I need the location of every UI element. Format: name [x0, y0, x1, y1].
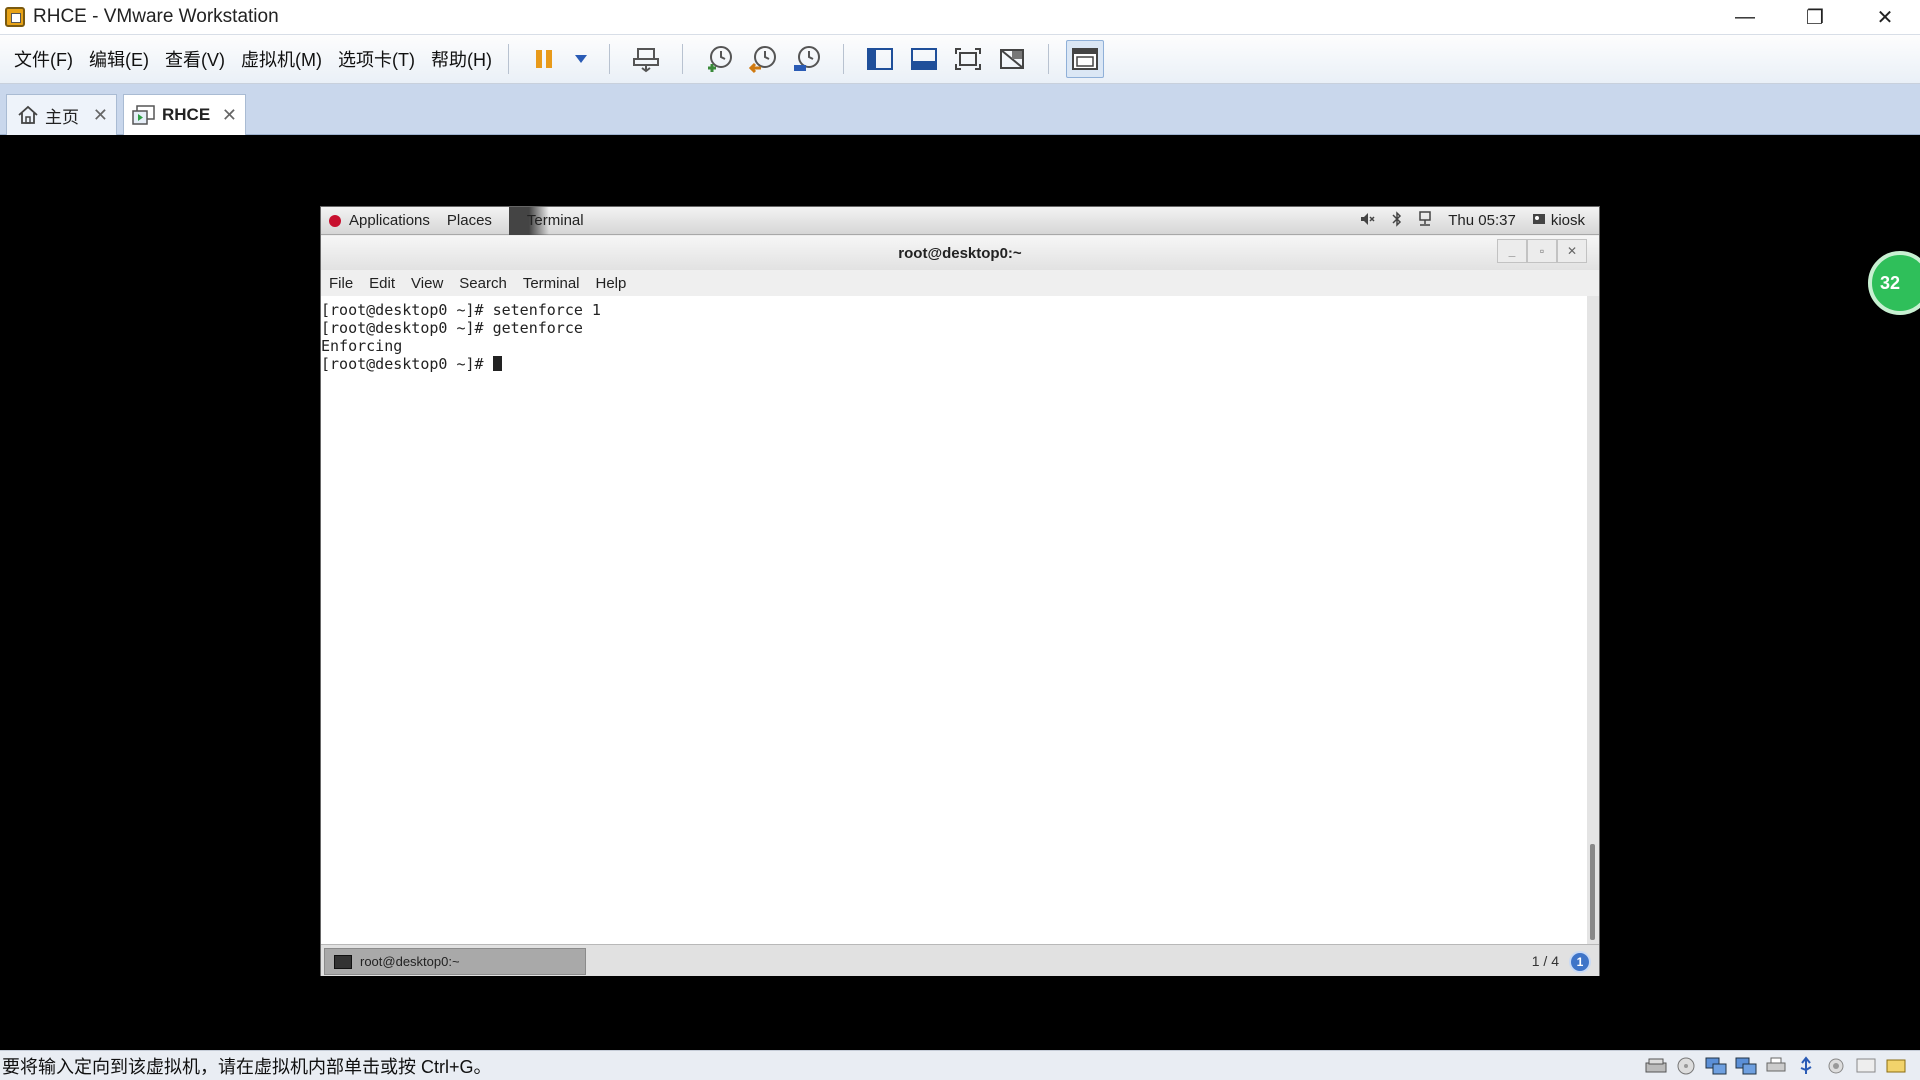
terminal-cursor	[492, 356, 502, 371]
toolbar-separator	[681, 44, 683, 74]
terminal-title: root@desktop0:~	[898, 244, 1022, 262]
vmware-app-icon	[5, 7, 25, 27]
pause-icon[interactable]	[526, 40, 564, 78]
toolbar-separator	[1047, 44, 1049, 74]
menu-file[interactable]: 文件(F)	[14, 46, 73, 72]
window-controls: — ❐ ✕	[1710, 0, 1920, 34]
restore-button[interactable]: ❐	[1780, 0, 1850, 34]
tab-rhce-label: RHCE	[162, 105, 211, 124]
terminal-close-icon[interactable]: ✕	[1557, 239, 1587, 263]
window-title: RHCE - VMware Workstation	[33, 6, 279, 27]
snapshot-revert-icon[interactable]	[744, 40, 782, 78]
terminal-menu-terminal[interactable]: Terminal	[523, 275, 580, 292]
snapshot-manager-icon[interactable]	[788, 40, 826, 78]
workspace-pager[interactable]: 1 / 4	[1532, 953, 1559, 969]
cd-dvd-icon[interactable]	[1674, 1055, 1698, 1077]
vm-icon	[132, 104, 156, 126]
terminal-menu-view[interactable]: View	[411, 275, 443, 292]
sound-icon[interactable]	[1824, 1055, 1848, 1077]
terminal-scrollbar[interactable]	[1587, 296, 1599, 944]
menu-help[interactable]: 帮助(H)	[431, 46, 492, 72]
toolbar-separator	[608, 44, 610, 74]
terminal-line: Enforcing	[321, 337, 403, 355]
tab-home[interactable]: 主页 ✕	[6, 94, 117, 135]
terminal-menu-file[interactable]: File	[329, 275, 353, 292]
clock[interactable]: Thu 05:37	[1448, 212, 1516, 229]
terminal-menu-help[interactable]: Help	[596, 275, 627, 292]
minimize-button[interactable]: —	[1710, 0, 1780, 34]
bluetooth-icon[interactable]	[1392, 210, 1402, 231]
network-icon[interactable]	[1704, 1055, 1728, 1077]
terminal-app-indicator[interactable]: Terminal	[508, 206, 584, 235]
menu-toolbar: 文件(F) 编辑(E) 查看(V) 虚拟机(M) 选项卡(T) 帮助(H)	[0, 34, 1920, 84]
close-button[interactable]: ✕	[1850, 0, 1920, 34]
hard-disk-icon[interactable]	[1644, 1055, 1668, 1077]
terminal-prompt: [root@desktop0 ~]#	[321, 355, 493, 373]
toolbar-separator	[507, 44, 509, 74]
terminal-minimize-icon[interactable]: _	[1497, 239, 1527, 263]
menu-edit[interactable]: 编辑(E)	[89, 46, 149, 72]
notification-info-icon[interactable]: 1	[1569, 951, 1591, 973]
message-icon[interactable]	[1884, 1055, 1908, 1077]
user-name: kiosk	[1550, 212, 1585, 229]
terminal-window-controls: _ ▫ ✕	[1497, 239, 1587, 263]
tab-home-label: 主页	[45, 107, 79, 127]
library-view-icon[interactable]	[861, 40, 899, 78]
home-icon	[17, 105, 39, 125]
terminal-menu-edit[interactable]: Edit	[369, 275, 395, 292]
places-menu[interactable]: Places	[447, 212, 492, 229]
menu-vm[interactable]: 虚拟机(M)	[241, 46, 322, 72]
terminal-maximize-icon[interactable]: ▫	[1527, 239, 1557, 263]
display-icon[interactable]	[1854, 1055, 1878, 1077]
network-wired-icon[interactable]	[1418, 210, 1432, 231]
menu-tabs[interactable]: 选项卡(T)	[338, 46, 415, 72]
console-view-icon[interactable]	[1065, 40, 1104, 78]
terminal-app-label: Terminal	[526, 212, 584, 229]
gnome-status-area: Thu 05:37 kiosk	[1360, 210, 1585, 231]
applications-label: Applications	[349, 212, 430, 229]
terminal-icon	[334, 954, 352, 969]
terminal-menubar: File Edit View Search Terminal Help	[321, 270, 1599, 296]
terminal-line: [root@desktop0 ~]# setenforce 1	[321, 301, 601, 319]
fullscreen-icon[interactable]	[949, 40, 987, 78]
volume-muted-icon[interactable]	[1360, 212, 1376, 230]
redhat-logo-icon	[329, 214, 341, 227]
user-icon	[1532, 212, 1546, 229]
menu-view[interactable]: 查看(V)	[165, 46, 225, 72]
tab-bar: 主页 ✕ RHCE ✕	[0, 84, 1920, 135]
status-message: 要将输入定向到该虚拟机，请在虚拟机内部单击或按 Ctrl+G。	[2, 1056, 492, 1077]
terminal-line: [root@desktop0 ~]# getenforce	[321, 319, 583, 337]
taskbar-terminal-label: root@desktop0:~	[360, 954, 460, 969]
guest-desktop[interactable]: Applications Places Terminal Thu 05:37 k…	[320, 206, 1600, 976]
toolbar-separator	[842, 44, 844, 74]
user-menu[interactable]: kiosk	[1532, 212, 1585, 229]
gnome-bottom-bar: root@desktop0:~ 1 / 4 1	[321, 944, 1599, 976]
snapshot-take-icon[interactable]	[700, 40, 738, 78]
taskbar-terminal-button[interactable]: root@desktop0:~	[324, 948, 586, 975]
floating-badge[interactable]: 32	[1868, 251, 1920, 315]
unity-icon[interactable]	[993, 40, 1031, 78]
network-2-icon[interactable]	[1734, 1055, 1758, 1077]
terminal-scrollbar-thumb[interactable]	[1590, 844, 1595, 940]
terminal-menu-search[interactable]: Search	[459, 275, 507, 292]
vm-display[interactable]: 32 Applications Places Terminal Thu 05:3…	[0, 135, 1920, 1050]
tab-rhce[interactable]: RHCE ✕	[123, 94, 246, 135]
thumbnail-bar-icon[interactable]	[905, 40, 943, 78]
applications-menu[interactable]: Applications	[329, 212, 430, 229]
usb-icon[interactable]	[1794, 1055, 1818, 1077]
terminal-titlebar[interactable]: root@desktop0:~ _ ▫ ✕	[321, 236, 1599, 270]
tab-rhce-close-icon[interactable]: ✕	[222, 105, 237, 126]
device-status-icons	[1644, 1055, 1908, 1077]
gnome-top-bar: Applications Places Terminal Thu 05:37 k…	[321, 206, 1599, 235]
terminal-prompt-line: [root@desktop0 ~]#	[321, 355, 1587, 373]
tab-home-close-icon[interactable]: ✕	[93, 105, 108, 126]
dropdown-arrow-icon[interactable]	[570, 40, 592, 78]
printer-icon[interactable]	[1764, 1055, 1788, 1077]
terminal-output[interactable]: [root@desktop0 ~]# setenforce 1 [root@de…	[321, 296, 1587, 944]
status-bar: 要将输入定向到该虚拟机，请在虚拟机内部单击或按 Ctrl+G。	[0, 1050, 1920, 1080]
send-ctrl-alt-del-icon[interactable]	[627, 40, 665, 78]
window-titlebar: RHCE - VMware Workstation — ❐ ✕	[0, 0, 1920, 34]
